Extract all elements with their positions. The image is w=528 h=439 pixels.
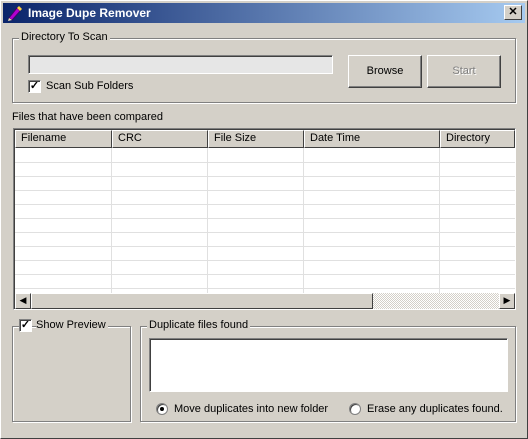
- files-list-horizontal-scrollbar[interactable]: ◀ ▶: [15, 293, 515, 309]
- checkmark-icon: ✓: [20, 319, 31, 331]
- grid-line: [15, 162, 515, 163]
- column-header-label: CRC: [118, 132, 142, 144]
- erase-duplicates-label[interactable]: Erase any duplicates found.: [367, 403, 503, 415]
- grid-line: [207, 148, 208, 293]
- move-duplicates-radio[interactable]: [156, 403, 168, 415]
- arrow-left-icon: ◀: [19, 295, 27, 305]
- duplicates-list[interactable]: [149, 338, 508, 392]
- files-list-grid: [15, 148, 515, 293]
- title-bar[interactable]: Image Dupe Remover ✕: [3, 3, 525, 23]
- column-header-label: Directory: [446, 132, 491, 144]
- column-header-crc[interactable]: CRC: [112, 130, 208, 148]
- browse-button-label: Browse: [366, 65, 404, 77]
- scan-subfolders-label[interactable]: Scan Sub Folders: [46, 80, 133, 92]
- grid-line: [15, 232, 515, 233]
- column-header-file-size[interactable]: File Size: [208, 130, 304, 148]
- start-button[interactable]: Start: [427, 55, 501, 88]
- column-header-label: File Size: [214, 132, 257, 144]
- grid-line: [303, 148, 304, 293]
- scroll-left-button[interactable]: ◀: [15, 293, 31, 309]
- grid-line: [15, 288, 515, 289]
- duplicates-group-label: Duplicate files found: [147, 319, 251, 331]
- scroll-thumb[interactable]: [31, 293, 373, 309]
- close-button[interactable]: ✕: [504, 5, 522, 20]
- column-header-date-time[interactable]: Date Time: [304, 130, 440, 148]
- files-compared-label: Files that have been compared: [12, 111, 164, 123]
- window-title: Image Dupe Remover: [28, 6, 151, 20]
- close-icon: ✕: [508, 6, 518, 18]
- column-header-label: Filename: [21, 132, 67, 144]
- grid-line: [15, 204, 515, 205]
- column-header-label: Date Time: [310, 132, 361, 144]
- files-list-header: Filename CRC File Size Date Time Directo…: [15, 130, 515, 148]
- directory-group-label: Directory To Scan: [19, 31, 110, 43]
- grid-line: [15, 274, 515, 275]
- app-window: Image Dupe Remover ✕ Directory To Scan ✓…: [0, 0, 528, 439]
- grid-line: [111, 148, 112, 293]
- grid-line: [439, 148, 440, 293]
- column-header-directory[interactable]: Directory: [440, 130, 515, 148]
- checkmark-icon: ✓: [29, 80, 40, 92]
- files-list[interactable]: Filename CRC File Size Date Time Directo…: [13, 128, 516, 310]
- move-duplicates-label[interactable]: Move duplicates into new folder: [174, 403, 328, 415]
- grid-line: [15, 218, 515, 219]
- erase-duplicates-radio[interactable]: [349, 403, 361, 415]
- browse-button[interactable]: Browse: [348, 55, 422, 88]
- scroll-track[interactable]: [31, 293, 499, 309]
- column-header-filename[interactable]: Filename: [15, 130, 112, 148]
- preview-group: [12, 326, 131, 422]
- grid-line: [15, 246, 515, 247]
- radio-selected-dot: [160, 407, 164, 411]
- start-button-label: Start: [452, 65, 476, 77]
- show-preview-checkbox[interactable]: ✓: [19, 319, 32, 332]
- grid-line: [15, 190, 515, 191]
- show-preview-label[interactable]: Show Preview: [36, 319, 108, 331]
- grid-line: [15, 260, 515, 261]
- scan-subfolders-checkbox[interactable]: ✓: [28, 80, 41, 93]
- scroll-right-button[interactable]: ▶: [499, 293, 515, 309]
- pencil-app-icon: [8, 6, 22, 21]
- grid-line: [15, 176, 515, 177]
- arrow-right-icon: ▶: [503, 295, 511, 305]
- directory-input[interactable]: [28, 55, 333, 74]
